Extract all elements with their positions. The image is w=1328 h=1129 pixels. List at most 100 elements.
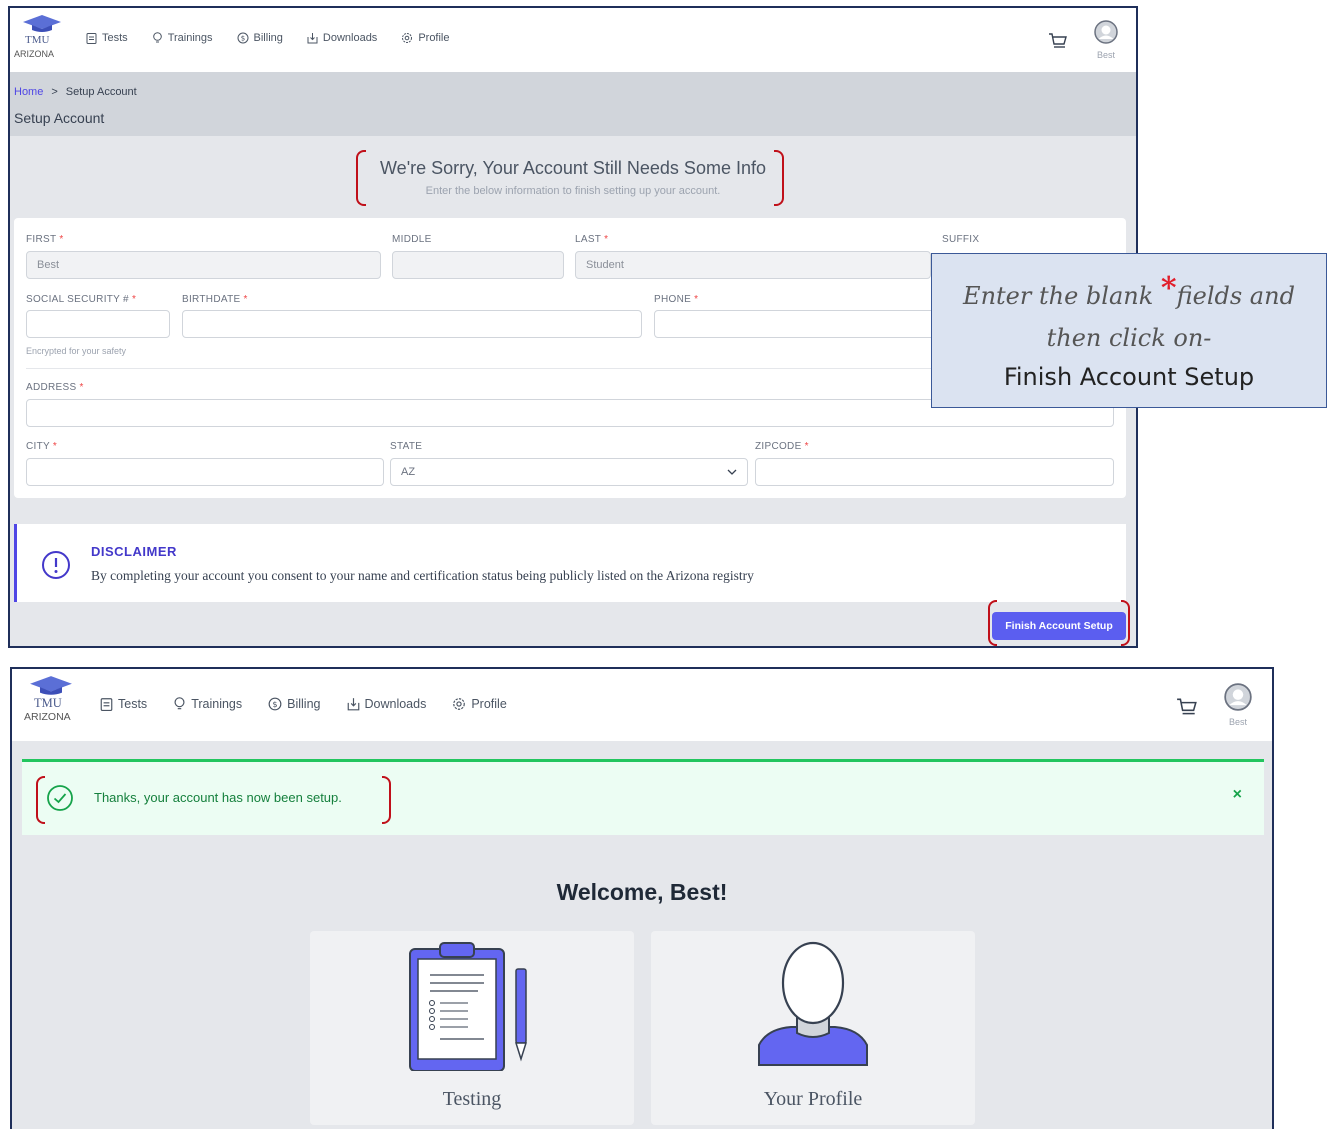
annotation-bracket-left	[356, 150, 366, 206]
svg-text:$: $	[240, 35, 244, 43]
state-select[interactable]: AZ	[390, 458, 748, 486]
chevron-down-icon	[727, 469, 737, 475]
nav-billing-label: Billing	[287, 697, 321, 711]
cart-icon[interactable]	[1048, 32, 1068, 50]
nav-downloads[interactable]: Downloads	[347, 697, 427, 711]
brand-name: TMU	[25, 34, 50, 46]
user-menu[interactable]: Best	[1218, 683, 1258, 727]
account-notice: We're Sorry, Your Account Still Needs So…	[10, 158, 1136, 197]
dollar-icon: $	[237, 32, 249, 44]
ssn-helper: Encrypted for your safety	[26, 346, 127, 356]
state-select-value: AZ	[401, 466, 416, 478]
alert-bracket-left	[36, 776, 45, 824]
nav-profile[interactable]: Profile	[452, 697, 507, 711]
zipcode-label: ZIPCODE *	[755, 441, 809, 452]
button-bracket-right	[1121, 600, 1130, 646]
dollar-icon: $	[268, 697, 282, 711]
close-icon[interactable]: ×	[1233, 786, 1242, 804]
gear-icon	[453, 698, 466, 710]
brand-state: ARIZONA	[24, 711, 71, 723]
suffix-label: SUFFIX	[942, 234, 980, 245]
disclaimer-box: DISCLAIMER By completing your account yo…	[14, 524, 1126, 602]
clipboard-icon	[100, 698, 113, 711]
person-illustration	[758, 941, 868, 1066]
annotation-bracket-right	[774, 150, 784, 206]
ssn-label: SOCIAL SECURITY # *	[26, 294, 137, 305]
brand-state: ARIZONA	[14, 49, 55, 59]
testing-tile-label: Testing	[442, 1088, 502, 1110]
address-label: ADDRESS *	[26, 382, 84, 393]
finish-account-setup-button[interactable]: Finish Account Setup	[992, 612, 1126, 640]
middle-label: MIDDLE	[392, 234, 432, 245]
lightbulb-icon	[174, 697, 185, 710]
city-label: CITY *	[26, 441, 58, 452]
user-name: Best	[1096, 50, 1115, 60]
clipboard-pen-illustration	[409, 942, 528, 1071]
download-icon	[307, 33, 318, 44]
main-nav: Tests Trainings $ Billing Downloads Prof…	[86, 32, 450, 44]
breadcrumb-separator: >	[51, 86, 58, 98]
nav-billing[interactable]: $ Billing	[237, 32, 283, 44]
breadcrumb: Home > Setup Account	[14, 86, 137, 98]
welcome-heading: Welcome, Best!	[556, 879, 728, 905]
download-icon	[347, 698, 359, 711]
testing-tile[interactable]: Testing	[310, 931, 634, 1125]
cart-icon[interactable]	[1176, 697, 1198, 717]
nav-trainings[interactable]: Trainings	[152, 32, 213, 44]
profile-tile[interactable]: Your Profile	[651, 931, 975, 1125]
state-label: STATE	[390, 441, 423, 452]
breadcrumb-home[interactable]: Home	[14, 86, 43, 98]
nav-trainings-label: Trainings	[167, 32, 213, 44]
last-label: LAST *	[575, 234, 609, 245]
birthdate-label: BIRTHDATE *	[182, 294, 248, 305]
avatar-icon	[1224, 683, 1252, 711]
brand-logo[interactable]: TMU ARIZONA	[16, 675, 76, 723]
nav-downloads[interactable]: Downloads	[307, 32, 377, 44]
notice-heading: We're Sorry, Your Account Still Needs So…	[380, 158, 766, 178]
profile-tile-label: Your Profile	[763, 1088, 863, 1110]
phone-label: PHONE *	[654, 294, 699, 305]
top-navbar: TMU ARIZONA Tests Trainings $ Billing Do…	[12, 669, 1272, 741]
brand-name: TMU	[34, 696, 62, 710]
svg-text:$: $	[273, 699, 278, 709]
nav-tests[interactable]: Tests	[86, 32, 128, 44]
exclamation-icon	[42, 551, 70, 579]
nav-tests-label: Tests	[118, 697, 148, 711]
city-input[interactable]	[26, 458, 384, 486]
nav-profile-label: Profile	[471, 697, 507, 711]
nav-billing[interactable]: $ Billing	[268, 697, 321, 711]
last-name-input[interactable]	[575, 251, 931, 279]
callout-line2: then click on-	[1046, 324, 1212, 352]
alert-bracket-right	[382, 776, 391, 824]
graduation-cap-icon	[30, 676, 72, 695]
ssn-input[interactable]	[26, 310, 170, 338]
nav-profile[interactable]: Profile	[401, 32, 450, 44]
middle-name-input[interactable]	[392, 251, 564, 279]
alert-message: Thanks, your account has now been setup.	[94, 790, 342, 805]
clipboard-icon	[86, 33, 97, 44]
nav-downloads-label: Downloads	[364, 697, 427, 711]
gear-icon	[402, 33, 413, 43]
user-menu[interactable]: Best	[1086, 20, 1126, 60]
brand-logo[interactable]: TMU ARIZONA	[14, 14, 74, 60]
breadcrumb-current: Setup Account	[65, 86, 137, 98]
disclaimer-title: DISCLAIMER	[91, 544, 177, 559]
birthdate-input[interactable]	[182, 310, 642, 338]
graduation-cap-icon	[23, 15, 61, 32]
main-nav: Tests Trainings $ Billing Downloads Prof…	[100, 697, 507, 711]
callout-line3: Finish Account Setup	[1003, 363, 1255, 391]
zipcode-input[interactable]	[755, 458, 1114, 486]
notice-subtext: Enter the below information to finish se…	[425, 185, 721, 197]
success-alert: Thanks, your account has now been setup.…	[22, 759, 1264, 835]
nav-trainings[interactable]: Trainings	[173, 697, 242, 711]
first-name-input[interactable]	[26, 251, 381, 279]
lightbulb-icon	[152, 32, 162, 43]
callout-line1: Enter the blank *fields and	[963, 271, 1295, 310]
avatar-icon	[1094, 20, 1118, 44]
nav-profile-label: Profile	[418, 32, 450, 44]
check-circle-icon	[47, 785, 73, 811]
dashboard-screenshot: TMU ARIZONA Tests Trainings $ Billing Do…	[10, 667, 1274, 1129]
page-title: Setup Account	[14, 110, 105, 126]
nav-tests[interactable]: Tests	[100, 697, 147, 711]
button-bracket-left	[988, 600, 997, 646]
